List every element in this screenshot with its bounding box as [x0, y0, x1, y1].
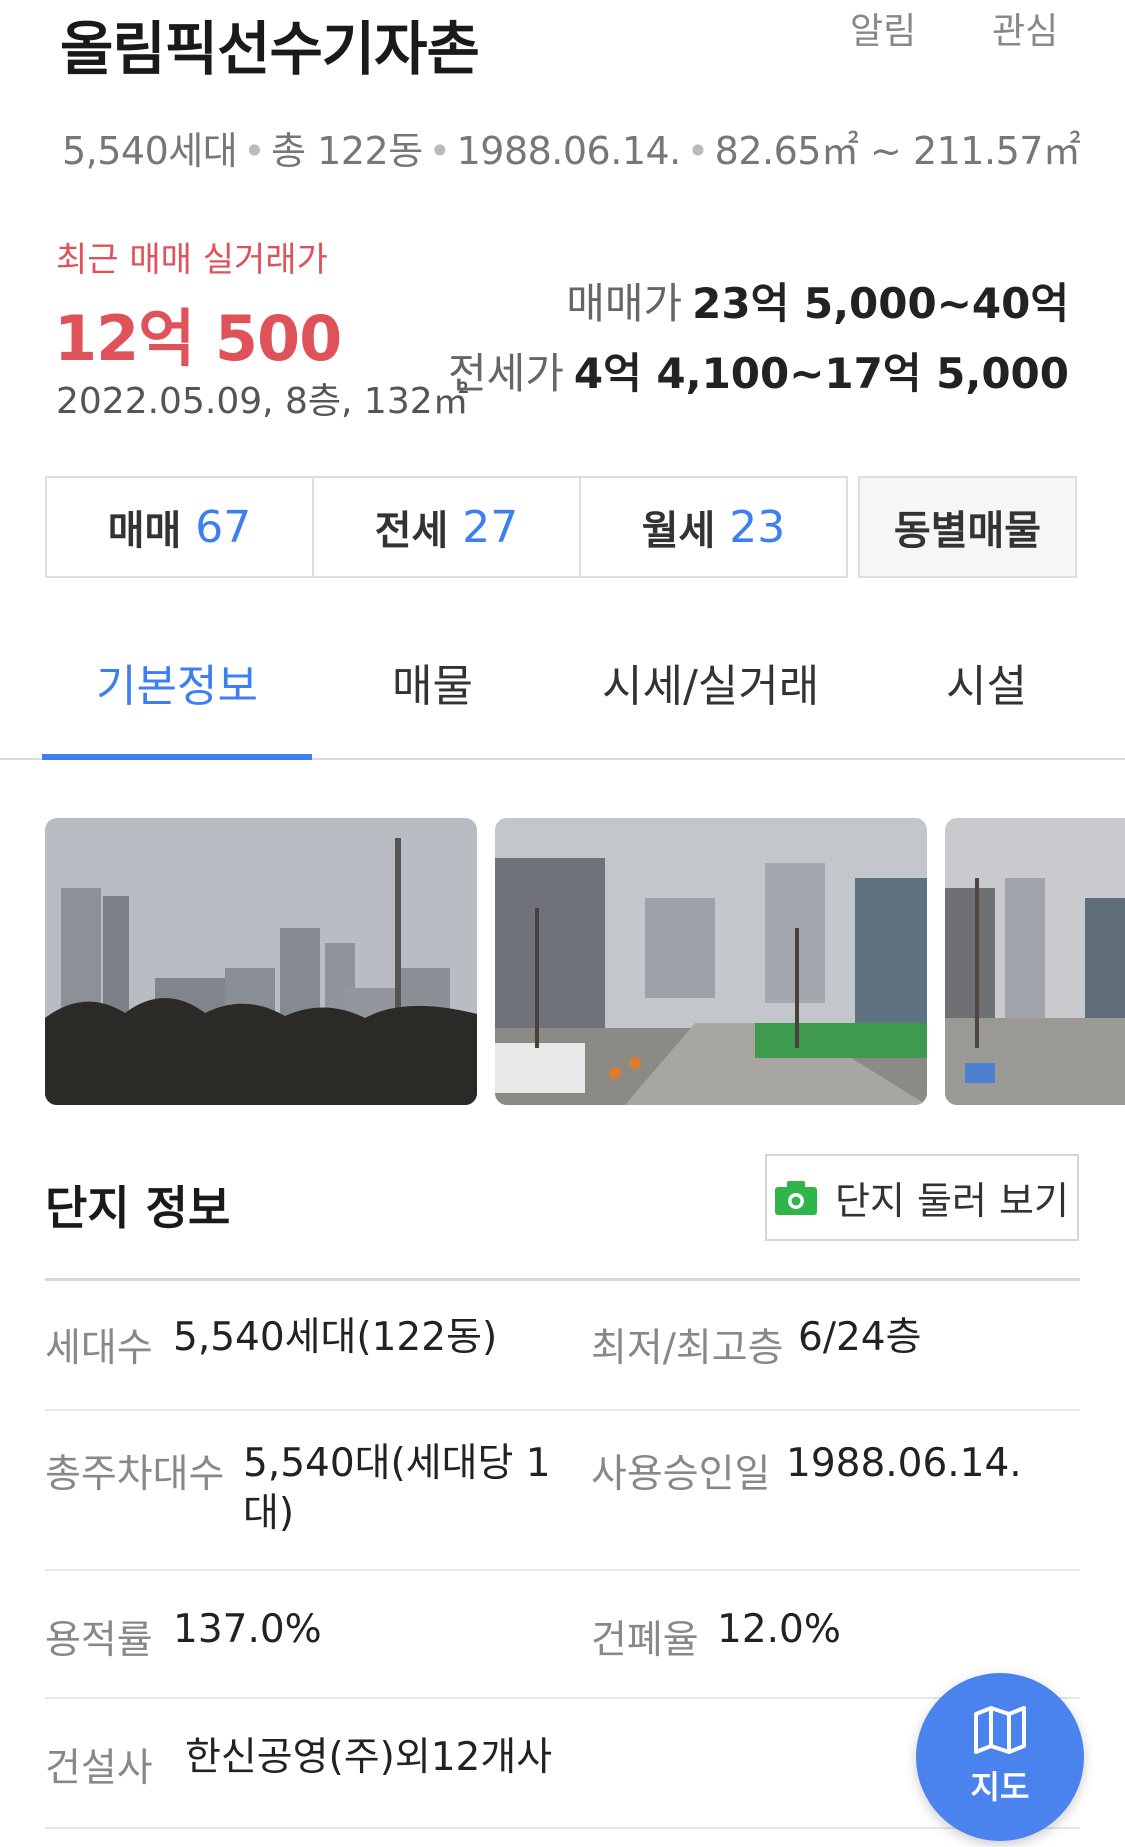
tab-price-trades[interactable]: 시세/실거래 — [602, 650, 819, 714]
deal-tab-label: 월세 — [641, 508, 716, 554]
map-button-label: 지도 — [970, 1768, 1030, 1806]
deal-type-tabs: 매매 67 전세 27 월세 23 동별매물 — [45, 476, 1080, 578]
deal-tab-count: 27 — [462, 501, 519, 553]
jeonse-price-range: 전세가 4억 4,100~17억 5,000 — [448, 340, 1069, 401]
jeonse-price-value: 4억 4,100~17억 5,000 — [573, 349, 1069, 398]
tab-facilities[interactable]: 시설 — [946, 650, 1027, 714]
deal-tab-count: 67 — [195, 501, 252, 553]
info-value: 1988.06.14. — [786, 1441, 1022, 1486]
sale-price-range: 매매가 23억 5,000~40억 — [566, 270, 1069, 331]
tab-listings[interactable]: 매물 — [392, 650, 473, 714]
info-label: 건폐율 — [591, 1618, 699, 1663]
sale-price-label: 매매가 — [566, 279, 683, 328]
active-tab-indicator — [42, 754, 312, 760]
area-range: 82.65㎡ ~ 211.57㎡ — [714, 129, 1081, 173]
complex-summary: 5,540세대 • 총 122동 • 1988.06.14. • 82.65㎡ ~ 211.… — [62, 120, 1081, 175]
info-value: 5,540세대(122동) — [173, 1315, 498, 1360]
recent-trade-detail: 2022.05.09, 8층, 132㎡ — [56, 381, 469, 422]
deal-tab-label: 전세 — [374, 508, 449, 554]
deal-tab-label: 매매 — [107, 508, 182, 554]
info-value: 137.0% — [173, 1607, 322, 1652]
recent-trade-price: 12억 500 — [54, 302, 342, 375]
info-value: 12.0% — [717, 1607, 841, 1652]
info-label: 최저/최고층 — [591, 1326, 784, 1371]
building-count: 총 122동 — [271, 129, 423, 173]
deal-tab-jeonse[interactable]: 전세 27 — [312, 476, 581, 578]
camera-icon — [775, 1180, 818, 1215]
info-row: 총주차대수 5,540대(세대당 1대) 사용승인일 1988.06.14. — [45, 1411, 1080, 1571]
page-title: 올림픽선수기자촌 — [60, 15, 480, 83]
separator-dot: • — [686, 129, 709, 173]
info-value: 6/24층 — [798, 1315, 922, 1360]
photo-carousel[interactable] — [45, 818, 1125, 1105]
dong-listing-button[interactable]: 동별매물 — [858, 476, 1077, 578]
info-label: 세대수 — [45, 1326, 153, 1371]
complex-info-title: 단지 정보 — [45, 1181, 231, 1235]
map-button[interactable]: 지도 — [916, 1673, 1084, 1841]
tour-button-label: 단지 둘러 보기 — [835, 1179, 1069, 1223]
deal-tab-sale[interactable]: 매매 67 — [45, 476, 314, 578]
recent-trade-label: 최근 매매 실거래가 — [56, 240, 328, 280]
separator-dot: • — [428, 129, 451, 173]
info-label: 건설사 — [45, 1746, 153, 1791]
photo-apartments-skyline — [45, 818, 477, 1105]
alarm-button[interactable]: 알림 — [850, 2, 916, 54]
favorite-button[interactable]: 관심 — [992, 2, 1058, 54]
info-value: 한신공영(주)외12개사 — [185, 1735, 553, 1780]
info-label: 용적률 — [45, 1618, 153, 1663]
tab-basic-info[interactable]: 기본정보 — [96, 650, 258, 714]
info-row: 용적률 137.0% 건폐율 12.0% — [45, 1571, 1080, 1699]
section-nav-tabs: 기본정보 매물 시세/실거래 시설 — [0, 620, 1125, 760]
complex-photo[interactable] — [945, 818, 1125, 1105]
info-value: 5,540대(세대당 1대) — [243, 1441, 551, 1536]
deal-tab-count: 23 — [729, 501, 786, 553]
info-label: 총주차대수 — [45, 1452, 225, 1497]
info-label: 사용승인일 — [591, 1452, 771, 1497]
complex-tour-button[interactable]: 단지 둘러 보기 — [765, 1154, 1079, 1241]
complex-photo[interactable] — [495, 818, 927, 1105]
info-row: 세대수 5,540세대(122동) 최저/최고층 6/24층 — [45, 1281, 1080, 1411]
photo-street-view — [945, 818, 1125, 1105]
header: 올림픽선수기자촌 알림 관심 — [0, 0, 1125, 100]
approval-date: 1988.06.14. — [456, 129, 682, 173]
households-count: 5,540세대 — [62, 129, 238, 173]
complex-photo[interactable] — [45, 818, 477, 1105]
jeonse-price-label: 전세가 — [447, 349, 564, 398]
map-icon — [974, 1706, 1026, 1754]
photo-complex-entrance — [495, 818, 927, 1105]
separator-dot: • — [243, 129, 266, 173]
deal-tab-monthly[interactable]: 월세 23 — [579, 476, 848, 578]
sale-price-value: 23억 5,000~40억 — [692, 279, 1069, 328]
